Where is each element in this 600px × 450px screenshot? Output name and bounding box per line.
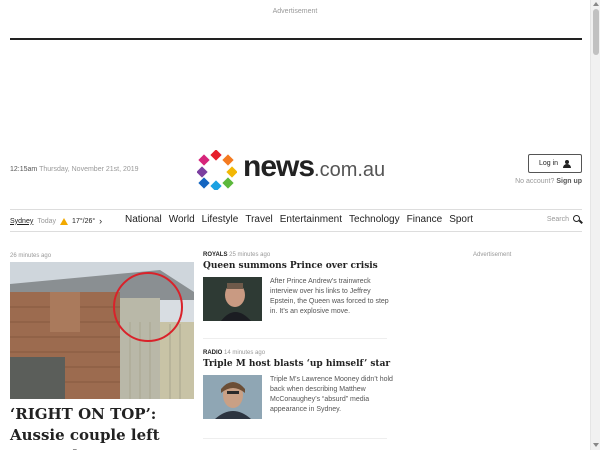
story-thumbnail[interactable] (203, 375, 262, 419)
login-button[interactable]: Log in (528, 154, 582, 173)
story-divider (203, 338, 387, 339)
main-nav: National World Lifestyle Travel Entertai… (125, 214, 473, 225)
search-label: Search (546, 216, 569, 223)
nav-item-entertainment[interactable]: Entertainment (280, 214, 342, 225)
search-button[interactable]: Search (547, 215, 582, 224)
story-kicker: RADIO 14 minutes ago (203, 350, 393, 356)
no-account-text: No account? Sign up (515, 178, 582, 185)
story-body: Triple M’s Lawrence Mooney didn’t hold b… (203, 375, 393, 419)
login-label: Log in (538, 160, 559, 167)
story-time: 14 minutes ago (224, 350, 266, 356)
story-blurb: After Prince Andrew’s trainwreck intervi… (270, 278, 389, 315)
nav-item-finance[interactable]: Finance (407, 214, 443, 225)
story-category[interactable]: RADIO (203, 350, 222, 356)
logo-suffix: .com.au (314, 159, 386, 181)
no-account-label: No account? (515, 178, 555, 185)
lead-story-headline[interactable]: ‘RIGHT ON TOP’: Aussie couple left stunn… (10, 404, 200, 450)
site-logo[interactable]: news.com.au (197, 148, 397, 192)
weather-city[interactable]: Sydney (10, 218, 33, 225)
nav-bottom-rule (10, 231, 582, 232)
logo-dots-icon (197, 150, 237, 190)
story-headline[interactable]: Queen summons Prince over crisis (203, 261, 393, 271)
top-ad-label: Advertisement (272, 8, 318, 15)
scrollbar-thumb[interactable] (593, 9, 599, 55)
weather-temps: 17°/26° (72, 217, 96, 225)
lead-story-image[interactable] (10, 262, 194, 399)
weather-widget[interactable]: Sydney Today 17°/26° › (10, 216, 102, 226)
weather-day: Today (37, 217, 57, 225)
nav-item-national[interactable]: National (125, 214, 162, 225)
nav-item-sport[interactable]: Sport (449, 214, 473, 225)
house-photo (10, 262, 194, 399)
story-headline[interactable]: Triple M host blasts ‘up himself’ star (203, 359, 393, 369)
story-kicker: ROYALS 25 minutes ago (203, 252, 393, 258)
story-body: After Prince Andrew’s trainwreck intervi… (203, 277, 393, 321)
nav-top-rule (10, 209, 582, 210)
story-blurb: Triple M’s Lawrence Mooney didn’t hold b… (270, 376, 393, 413)
nav-item-lifestyle[interactable]: Lifestyle (202, 214, 239, 225)
datetime: 12:15am Thursday, November 21st, 2019 (10, 166, 139, 173)
logo-wordmark: news.com.au (243, 150, 385, 184)
user-icon (563, 159, 572, 168)
chevron-right-icon[interactable]: › (99, 216, 102, 226)
logo-main: news (243, 150, 315, 183)
current-date: Thursday, November 21st, 2019 (39, 166, 139, 173)
lead-story-time: 26 minutes ago (10, 253, 52, 259)
scroll-up-icon[interactable] (593, 2, 599, 6)
story-time: 25 minutes ago (229, 252, 271, 258)
nav-item-world[interactable]: World (169, 214, 195, 225)
nav-item-travel[interactable]: Travel (245, 214, 272, 225)
story-card[interactable]: RADIO 14 minutes ago Triple M host blast… (203, 350, 393, 419)
signup-link[interactable]: Sign up (556, 178, 582, 185)
search-icon (573, 215, 582, 224)
portrait-photo (203, 375, 262, 419)
story-divider (203, 438, 387, 439)
scrollbar[interactable] (590, 0, 600, 450)
portrait-photo (203, 277, 262, 321)
sun-icon (60, 217, 69, 225)
nav-item-technology[interactable]: Technology (349, 214, 400, 225)
current-time: 12:15am (10, 166, 38, 173)
story-thumbnail[interactable] (203, 277, 262, 321)
top-divider (10, 38, 582, 40)
side-ad-label: Advertisement (473, 252, 512, 258)
scroll-down-icon[interactable] (593, 443, 599, 447)
story-card[interactable]: ROYALS 25 minutes ago Queen summons Prin… (203, 252, 393, 321)
story-category[interactable]: ROYALS (203, 252, 227, 258)
